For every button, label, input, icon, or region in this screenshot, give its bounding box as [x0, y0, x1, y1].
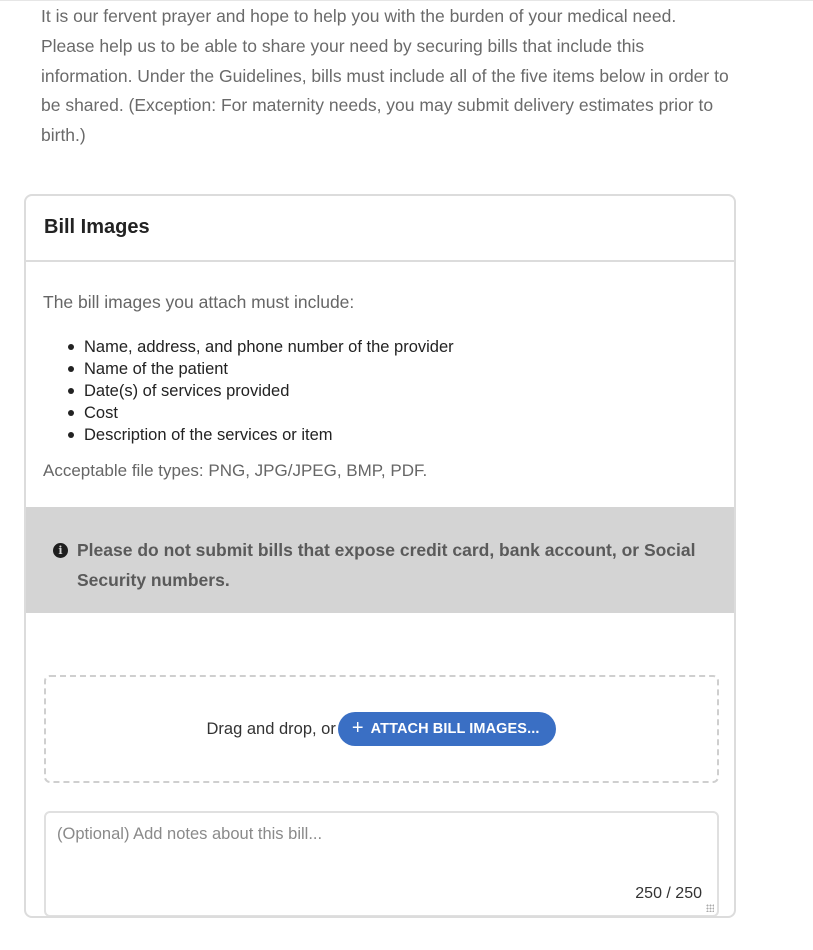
warning-text: Please do not submit bills that expose c…	[77, 540, 696, 590]
character-counter: 250 / 250	[635, 885, 702, 902]
file-types-note: Acceptable file types: PNG, JPG/JPEG, BM…	[43, 461, 428, 480]
warning-banner: i Please do not submit bills that expose…	[26, 507, 734, 613]
plus-icon: +	[351, 717, 364, 739]
intro-paragraph: It is our fervent prayer and hope to hel…	[41, 6, 729, 145]
requirements-intro: The bill images you attach must include:	[43, 292, 355, 312]
requirement-item: Cost	[68, 402, 454, 424]
resize-handle-icon[interactable]	[706, 904, 714, 912]
requirements-list: Name, address, and phone number of the p…	[68, 336, 454, 446]
notes-textarea[interactable]	[46, 813, 717, 915]
requirement-item: Name of the patient	[68, 358, 454, 380]
dropzone-text: Drag and drop, or	[206, 719, 336, 738]
card-header: Bill Images	[26, 196, 734, 262]
card-body: The bill images you attach must include:…	[26, 262, 734, 916]
info-icon: i	[53, 543, 68, 558]
requirement-item: Date(s) of services provided	[68, 380, 454, 402]
file-dropzone[interactable]: Drag and drop, or + ATTACH BILL IMAGES..…	[44, 675, 719, 783]
requirement-item: Name, address, and phone number of the p…	[68, 338, 454, 356]
card-title: Bill Images	[44, 215, 150, 238]
attach-bill-images-button[interactable]: + ATTACH BILL IMAGES...	[337, 712, 557, 746]
attach-button-label: ATTACH BILL IMAGES...	[370, 721, 540, 737]
top-divider	[0, 0, 813, 1]
bill-images-card: Bill Images The bill images you attach m…	[24, 194, 736, 918]
notes-field-container: 250 / 250	[44, 811, 719, 916]
requirement-item: Description of the services or item	[68, 424, 454, 446]
